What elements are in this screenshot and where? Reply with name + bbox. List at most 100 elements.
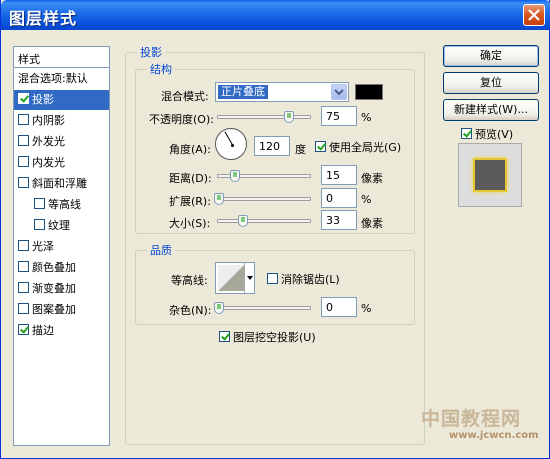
- watermark-url: www.jcwcn.com: [449, 430, 539, 441]
- angle-label: 角度(A):: [169, 143, 211, 156]
- preview-checkbox[interactable]: 预览(V): [461, 126, 513, 142]
- style-item[interactable]: 斜面和浮雕: [14, 174, 109, 194]
- preview-check-icon: [461, 128, 472, 139]
- size-unit: 像素: [361, 217, 383, 230]
- size-slider[interactable]: [217, 215, 311, 227]
- blend-mode-value: 正片叠底: [218, 85, 268, 99]
- style-item-checkbox[interactable]: [18, 303, 29, 314]
- style-item-checkbox[interactable]: [18, 240, 29, 251]
- close-icon: [528, 9, 540, 21]
- noise-slider-thumb[interactable]: [214, 302, 224, 314]
- noise-input[interactable]: 0: [321, 297, 357, 317]
- blend-mode-dropdown-button[interactable]: [331, 84, 347, 100]
- distance-slider-thumb[interactable]: [230, 170, 240, 182]
- reset-button[interactable]: 复位: [443, 72, 539, 94]
- global-light-check-icon: [315, 141, 326, 152]
- spread-label: 扩展(R):: [169, 195, 211, 208]
- style-item-label: 内阴影: [32, 114, 65, 127]
- structure-title: 结构: [147, 61, 175, 77]
- distance-input[interactable]: 15: [321, 165, 357, 185]
- blend-mode-label: 混合模式:: [161, 90, 209, 103]
- style-item[interactable]: 图案叠加: [14, 300, 109, 320]
- style-preview: [458, 143, 522, 207]
- style-item-checkbox[interactable]: [18, 114, 29, 125]
- style-item[interactable]: 描边: [14, 321, 109, 341]
- new-style-button[interactable]: 新建样式(W)...: [443, 99, 539, 121]
- style-item-label: 渐变叠加: [32, 282, 76, 295]
- style-item[interactable]: 颜色叠加: [14, 258, 109, 278]
- contour-picker[interactable]: [215, 262, 255, 294]
- blend-mode-select[interactable]: 正片叠底: [215, 82, 349, 102]
- style-item[interactable]: 投影: [14, 90, 109, 110]
- style-item-checkbox[interactable]: [18, 282, 29, 293]
- distance-label: 距离(D):: [169, 172, 212, 185]
- anti-alias-checkbox[interactable]: 消除锯齿(L): [267, 271, 340, 287]
- layer-style-dialog: 图层样式 样式 混合选项:默认 投影内阴影外发光内发光斜面和浮雕等高线纹理光泽颜…: [0, 0, 550, 459]
- window-title: 图层样式: [9, 9, 78, 28]
- distance-slider[interactable]: [217, 170, 311, 182]
- spread-input[interactable]: 0: [321, 188, 357, 208]
- anti-alias-label: 消除锯齿(L): [281, 273, 340, 286]
- style-item-checkbox[interactable]: [34, 198, 45, 209]
- close-button[interactable]: [523, 4, 545, 26]
- chevron-down-icon: [334, 89, 344, 96]
- angle-dial-hand: [224, 131, 233, 145]
- opacity-label: 不透明度(O):: [149, 113, 214, 126]
- opacity-slider[interactable]: [217, 111, 311, 123]
- angle-input[interactable]: 120: [254, 136, 290, 156]
- styles-list: 样式 混合选项:默认 投影内阴影外发光内发光斜面和浮雕等高线纹理光泽颜色叠加渐变…: [13, 46, 110, 446]
- caret-down-icon: [247, 276, 253, 280]
- shadow-color-swatch[interactable]: [355, 84, 383, 100]
- anti-alias-check-icon: [267, 273, 278, 284]
- styles-header: 样式: [14, 47, 109, 68]
- style-item-label: 描边: [32, 324, 54, 337]
- style-item-checkbox[interactable]: [18, 177, 29, 188]
- style-item-checkbox[interactable]: [18, 261, 29, 272]
- quality-title: 品质: [147, 242, 175, 258]
- size-slider-thumb[interactable]: [238, 215, 248, 227]
- style-item-label: 颜色叠加: [32, 261, 76, 274]
- style-item[interactable]: 光泽: [14, 237, 109, 257]
- style-item-label: 外发光: [32, 135, 65, 148]
- spread-unit: %: [361, 193, 372, 206]
- style-item-label: 等高线: [48, 198, 81, 211]
- style-item-checkbox[interactable]: [34, 219, 45, 230]
- angle-dial[interactable]: [215, 128, 247, 160]
- style-item[interactable]: 内发光: [14, 153, 109, 173]
- knockout-checkbox[interactable]: 图层挖空投影(U): [219, 329, 316, 345]
- contour-dropdown-button[interactable]: [244, 263, 254, 293]
- style-item[interactable]: 等高线: [14, 195, 109, 215]
- global-light-checkbox[interactable]: 使用全局光(G): [315, 139, 401, 155]
- spread-slider-thumb[interactable]: [214, 193, 224, 205]
- style-item-label: 光泽: [32, 240, 54, 253]
- opacity-input[interactable]: 75: [321, 106, 357, 126]
- preview-label: 预览(V): [475, 128, 514, 141]
- distance-unit: 像素: [361, 172, 383, 185]
- opacity-slider-thumb[interactable]: [283, 111, 294, 123]
- style-item-label: 投影: [32, 93, 54, 106]
- style-item[interactable]: 内阴影: [14, 111, 109, 131]
- size-label: 大小(S):: [169, 217, 211, 230]
- contour-label: 等高线:: [171, 274, 208, 287]
- style-item-label: 斜面和浮雕: [32, 177, 87, 190]
- ok-button[interactable]: 确定: [443, 45, 539, 67]
- style-item-checkbox[interactable]: [18, 324, 29, 335]
- spread-slider[interactable]: [214, 193, 311, 205]
- global-light-label: 使用全局光(G): [329, 141, 402, 154]
- style-item[interactable]: 外发光: [14, 132, 109, 152]
- noise-slider[interactable]: [214, 302, 311, 314]
- size-input[interactable]: 33: [321, 210, 357, 230]
- noise-label: 杂色(N):: [169, 304, 212, 317]
- title-bar: 图层样式: [1, 0, 550, 30]
- style-item-checkbox[interactable]: [18, 93, 29, 104]
- style-item-label: 纹理: [48, 219, 70, 232]
- style-item[interactable]: 渐变叠加: [14, 279, 109, 299]
- style-item-checkbox[interactable]: [18, 135, 29, 146]
- watermark-text: 中国教程网: [421, 408, 522, 430]
- knockout-check-icon: [219, 331, 230, 342]
- style-item[interactable]: 纹理: [14, 216, 109, 236]
- knockout-label: 图层挖空投影(U): [233, 331, 316, 344]
- style-item-checkbox[interactable]: [18, 156, 29, 167]
- style-item-label: 图案叠加: [32, 303, 76, 316]
- blend-options-item[interactable]: 混合选项:默认: [14, 69, 109, 89]
